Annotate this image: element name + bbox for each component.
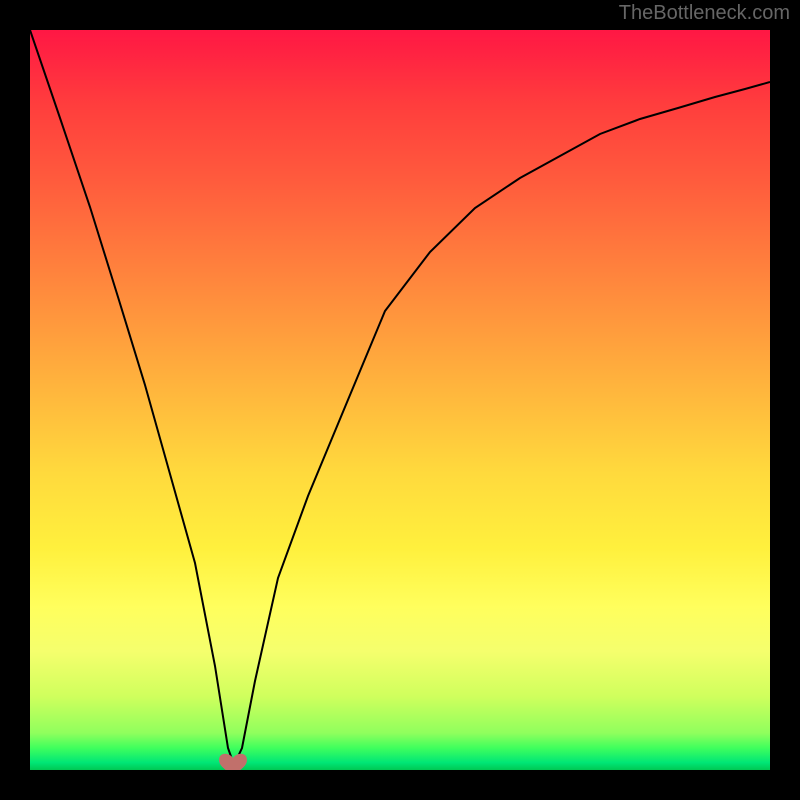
- marker-heart: [219, 754, 247, 770]
- bottleneck-curve-line: [30, 30, 770, 765]
- chart-plot-area: [30, 30, 770, 770]
- chart-svg: [30, 30, 770, 770]
- watermark-text: TheBottleneck.com: [619, 2, 790, 25]
